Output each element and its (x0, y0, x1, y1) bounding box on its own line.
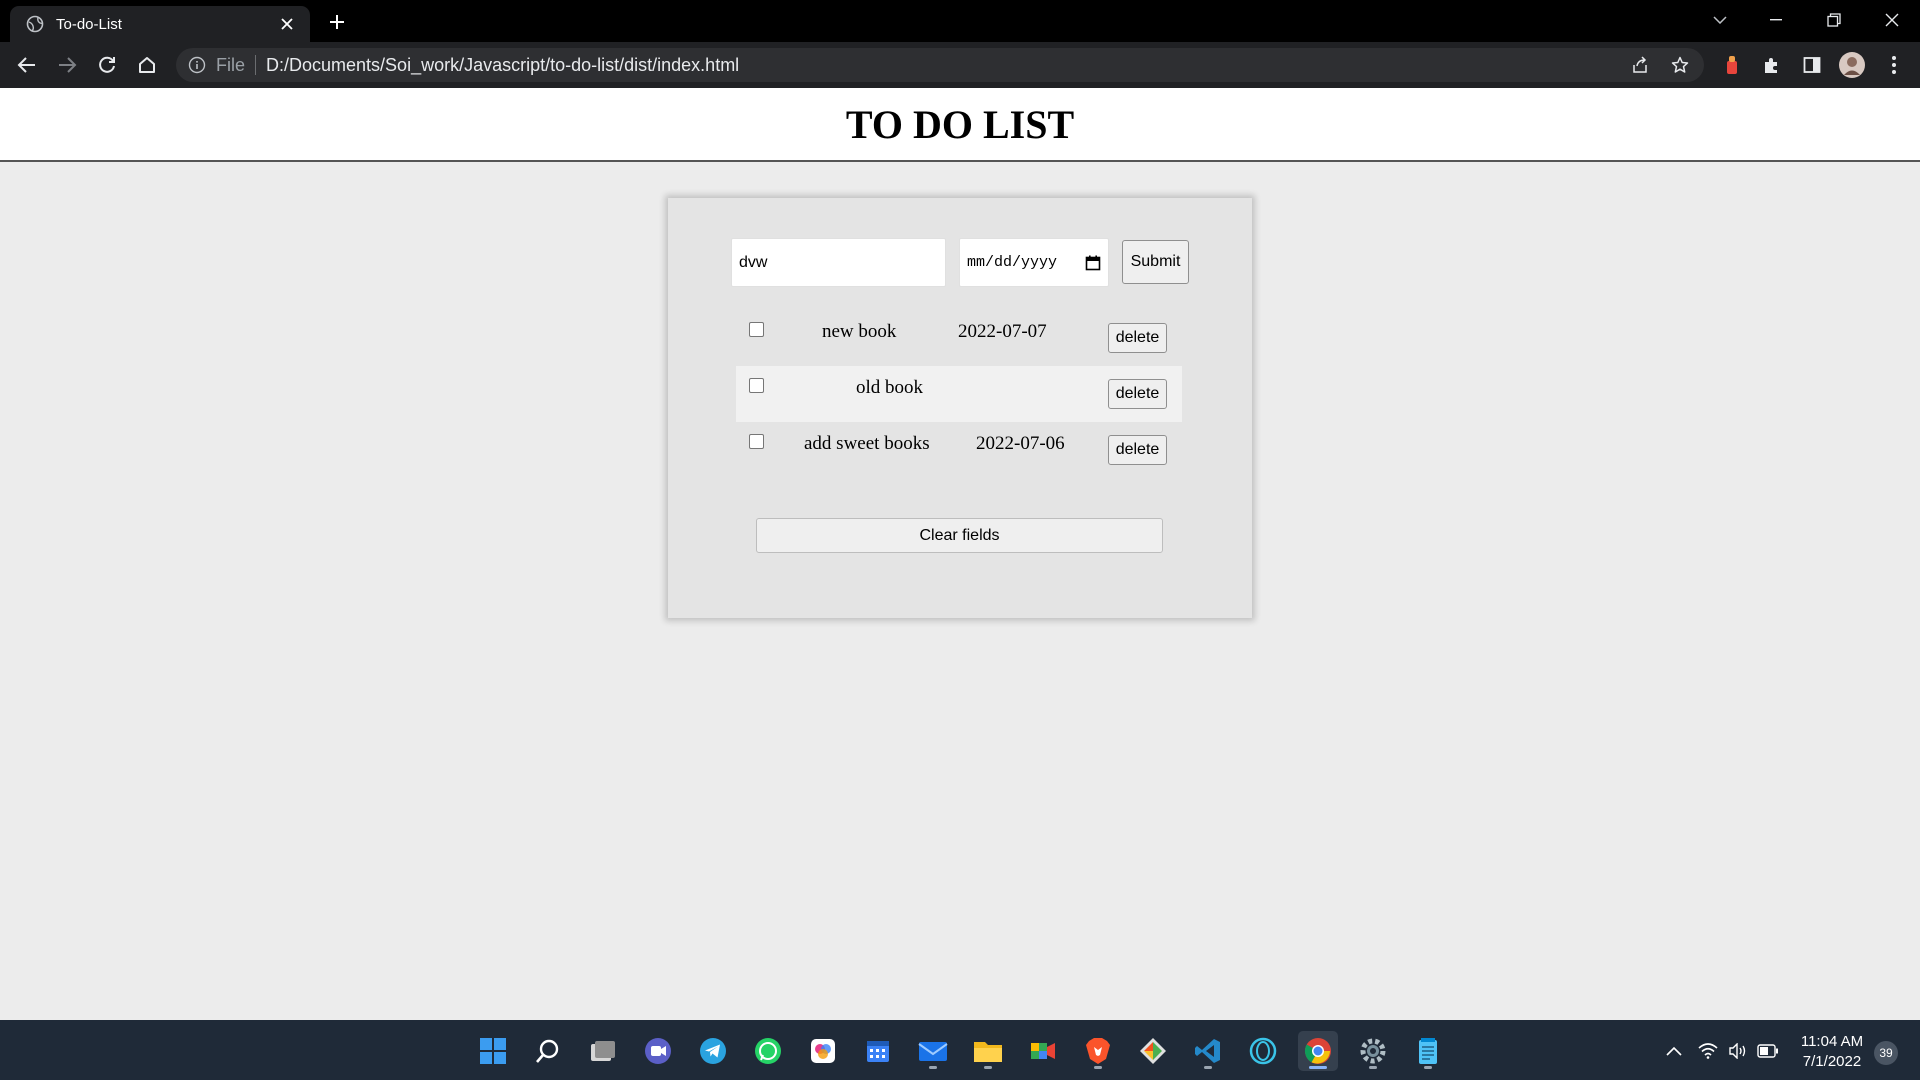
task-checkbox[interactable] (749, 322, 764, 337)
brave-icon[interactable] (1078, 1031, 1118, 1071)
task-name: old book (856, 377, 924, 398)
active-indicator (1309, 1066, 1327, 1069)
submit-button[interactable]: Submit (1122, 240, 1189, 284)
task-row: old book delete (736, 366, 1182, 422)
extensions-puzzle-icon[interactable] (1758, 51, 1786, 79)
search-icon[interactable] (528, 1031, 568, 1071)
vscode-icon[interactable] (1188, 1031, 1228, 1071)
home-icon[interactable] (133, 51, 161, 79)
address-separator (255, 55, 257, 75)
running-indicator (1424, 1066, 1432, 1069)
running-indicator (1369, 1066, 1377, 1069)
task-date: 2022-07-07 (958, 321, 1047, 342)
delete-button[interactable]: delete (1108, 435, 1167, 465)
delete-button[interactable]: delete (1108, 379, 1167, 409)
photos-icon[interactable] (803, 1031, 843, 1071)
date-placeholder: mm/dd/yyyy (967, 254, 1058, 271)
delete-button[interactable]: delete (1108, 323, 1167, 353)
new-tab-icon[interactable] (325, 10, 349, 34)
file-explorer-icon[interactable] (968, 1031, 1008, 1071)
clock-date: 7/1/2022 (1802, 1053, 1862, 1070)
mail-icon[interactable] (913, 1031, 953, 1071)
battery-icon[interactable] (1756, 1040, 1780, 1062)
wifi-icon[interactable] (1696, 1040, 1720, 1062)
chrome-menu-icon[interactable] (1880, 51, 1908, 79)
telegram-icon[interactable] (693, 1031, 733, 1071)
globe-icon (26, 15, 44, 33)
task-checkbox[interactable] (749, 378, 764, 393)
meet-icon[interactable] (1023, 1031, 1063, 1071)
date-input[interactable]: mm/dd/yyyy (959, 238, 1109, 287)
windows-start-icon[interactable] (473, 1031, 513, 1071)
browser-tab[interactable]: To-do-List (10, 6, 310, 42)
clock-time: 11:04 AM (1800, 1033, 1864, 1050)
reload-icon[interactable] (93, 51, 121, 79)
chrome-icon[interactable] (1298, 1031, 1338, 1071)
info-icon[interactable] (188, 56, 206, 74)
tab-title: To-do-List (56, 15, 122, 33)
address-url: D:/Documents/Soi_work/Javascript/to-do-l… (266, 54, 740, 75)
running-indicator (929, 1066, 937, 1069)
cortana-icon[interactable] (1243, 1031, 1283, 1071)
profile-avatar[interactable] (1838, 51, 1866, 79)
task-input[interactable]: dvw (731, 238, 946, 287)
notepad-icon[interactable] (1408, 1031, 1448, 1071)
chevron-up-icon[interactable] (1662, 1040, 1686, 1062)
forward-arrow-icon[interactable] (53, 51, 81, 79)
task-checkbox[interactable] (749, 434, 764, 449)
browser-toolbar: File D:/Documents/Soi_work/Javascript/to… (0, 42, 1920, 88)
whatsapp-icon[interactable] (748, 1031, 788, 1071)
task-date: 2022-07-06 (976, 433, 1065, 454)
taskbar: 11:04 AM 7/1/2022 39 (0, 1020, 1920, 1080)
address-scheme: File (216, 54, 246, 75)
clear-fields-button[interactable]: Clear fields (756, 518, 1163, 553)
todo-card: dvw mm/dd/yyyy Submit new book 2022-07-0… (668, 198, 1252, 618)
tab-search-icon[interactable] (1692, 0, 1748, 40)
browser-tabstrip: To-do-List (0, 0, 1920, 42)
task-name: add sweet books (804, 433, 930, 454)
task-row: add sweet books 2022-07-06 delete (736, 422, 1182, 478)
task-name: new book (822, 321, 897, 342)
back-arrow-icon[interactable] (13, 51, 41, 79)
page-header: TO DO LIST (0, 88, 1920, 162)
running-indicator (1204, 1066, 1212, 1069)
git-icon[interactable] (1133, 1031, 1173, 1071)
extension-red-icon[interactable] (1718, 51, 1746, 79)
restore-icon[interactable] (1806, 0, 1862, 40)
notification-badge[interactable]: 39 (1874, 1041, 1898, 1065)
page-title: TO DO LIST (845, 101, 1075, 147)
calendar-app-icon[interactable] (858, 1031, 898, 1071)
settings-gear-icon[interactable] (1353, 1031, 1393, 1071)
task-view-icon[interactable] (583, 1031, 623, 1071)
volume-icon[interactable] (1726, 1040, 1750, 1062)
bookmark-star-icon[interactable] (1666, 48, 1694, 82)
close-window-icon[interactable] (1864, 0, 1920, 40)
calendar-icon[interactable] (1085, 255, 1101, 271)
teams-chat-icon[interactable] (638, 1031, 678, 1071)
side-panel-icon[interactable] (1798, 51, 1826, 79)
share-icon[interactable] (1626, 48, 1654, 82)
task-row: new book 2022-07-07 delete (736, 310, 1182, 366)
close-tab-icon[interactable] (276, 13, 298, 35)
address-bar[interactable]: File D:/Documents/Soi_work/Javascript/to… (176, 48, 1704, 82)
running-indicator (1094, 1066, 1102, 1069)
running-indicator (984, 1066, 992, 1069)
minimize-icon[interactable] (1748, 0, 1804, 40)
taskbar-clock[interactable]: 11:04 AM 7/1/2022 (1797, 1032, 1867, 1072)
task-list: new book 2022-07-07 delete old book dele… (736, 310, 1182, 478)
